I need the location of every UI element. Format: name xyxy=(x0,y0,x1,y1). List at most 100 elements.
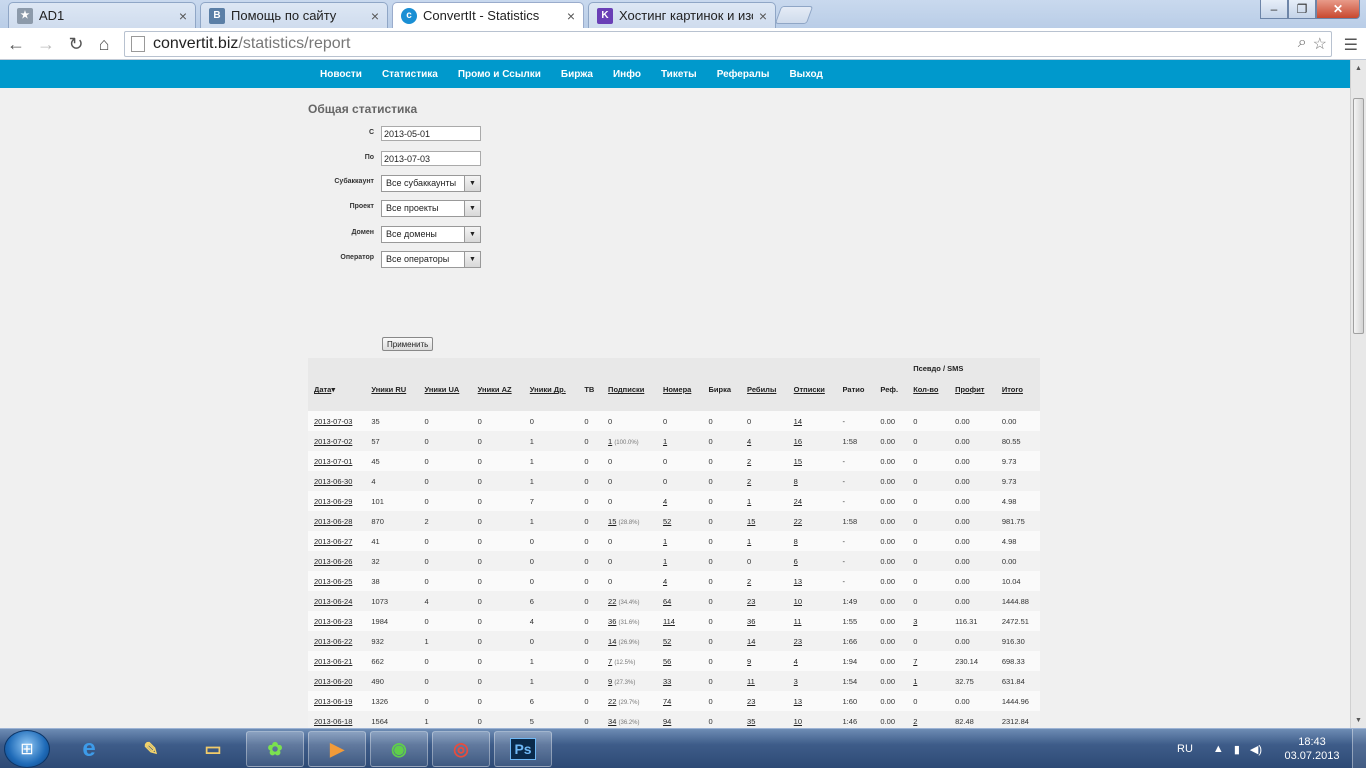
cell-subs[interactable]: 36 (31.6%) xyxy=(602,611,657,631)
column-header-date[interactable]: Дата▾ xyxy=(308,382,366,411)
nav-tickets[interactable]: Тикеты xyxy=(651,69,707,80)
clock[interactable]: 18:43 03.07.2013 xyxy=(1272,735,1352,763)
close-icon[interactable]: × xyxy=(371,8,379,24)
cell-rebills[interactable]: 36 xyxy=(741,611,788,631)
cell-numbers[interactable]: 94 xyxy=(656,711,703,728)
cell-numbers[interactable]: 64 xyxy=(656,591,703,611)
restore-button[interactable]: ❐ xyxy=(1288,0,1316,19)
cell-unsubs[interactable]: 3 xyxy=(787,671,837,691)
cell-unsubs[interactable]: 10 xyxy=(787,591,837,611)
vertical-scrollbar[interactable]: ▲ ▼ xyxy=(1350,60,1366,728)
bookmark-star-icon[interactable]: ☆ xyxy=(1313,34,1327,54)
cell-count[interactable]: 1 xyxy=(907,671,950,691)
close-icon[interactable]: × xyxy=(179,8,187,24)
cell-numbers[interactable]: 114 xyxy=(656,611,703,631)
cell-unsubs[interactable]: 13 xyxy=(787,571,837,591)
column-header-uniq-other[interactable]: Уники Др. xyxy=(523,382,579,411)
cell-count[interactable]: 3 xyxy=(907,611,950,631)
to-date-input[interactable] xyxy=(381,151,481,166)
cell-rebills[interactable]: 1 xyxy=(741,531,788,551)
network-icon[interactable]: ◉ xyxy=(370,731,428,767)
cell-date[interactable]: 2013-06-30 xyxy=(308,471,366,491)
nav-logout[interactable]: Выход xyxy=(779,69,832,80)
cell-unsubs[interactable]: 14 xyxy=(787,411,837,431)
icq-icon[interactable]: ✿ xyxy=(246,731,304,767)
cell-numbers[interactable]: 4 xyxy=(656,571,703,591)
cell-numbers[interactable]: 33 xyxy=(656,671,703,691)
volume-icon[interactable]: ◀) xyxy=(1250,743,1262,756)
wrench-menu-icon[interactable]: ☰ xyxy=(1344,35,1358,55)
cell-rebills[interactable]: 15 xyxy=(741,511,788,531)
column-header-uniq-ru[interactable]: Уники RU xyxy=(365,382,419,411)
scroll-up-icon[interactable]: ▲ xyxy=(1351,60,1366,76)
column-header-count[interactable]: Кол-во xyxy=(907,382,950,411)
cell-rebills[interactable]: 23 xyxy=(741,591,788,611)
cell-numbers[interactable]: 56 xyxy=(656,651,703,671)
cell-numbers[interactable]: 1 xyxy=(656,431,703,451)
home-button[interactable]: ⌂ xyxy=(92,32,116,56)
cell-rebills[interactable]: 2 xyxy=(741,471,788,491)
nav-news[interactable]: Новости xyxy=(310,69,372,80)
apply-button[interactable]: Применить xyxy=(382,337,434,351)
column-header-numbers[interactable]: Номера xyxy=(656,382,703,411)
cell-unsubs[interactable]: 4 xyxy=(787,651,837,671)
cell-rebills[interactable]: 4 xyxy=(741,431,788,451)
cell-rebills[interactable]: 2 xyxy=(741,451,788,471)
cell-subs[interactable]: 15 (28.8%) xyxy=(602,511,657,531)
project-select[interactable]: Все проекты ▼ xyxy=(381,200,481,217)
cell-date[interactable]: 2013-06-19 xyxy=(308,691,366,711)
cell-subs[interactable]: 14 (26.9%) xyxy=(602,631,657,651)
domain-select[interactable]: Все домены ▼ xyxy=(381,226,481,243)
zoom-icon[interactable]: ⌕ xyxy=(1298,34,1307,54)
cell-unsubs[interactable]: 22 xyxy=(787,511,837,531)
cell-subs[interactable]: 9 (27.3%) xyxy=(602,671,657,691)
cell-rebills[interactable]: 35 xyxy=(741,711,788,728)
tab-ad1[interactable]: ★ AD1 × xyxy=(8,2,196,28)
cell-date[interactable]: 2013-06-25 xyxy=(308,571,366,591)
cell-date[interactable]: 2013-06-23 xyxy=(308,611,366,631)
cell-date[interactable]: 2013-06-24 xyxy=(308,591,366,611)
cell-rebills[interactable]: 23 xyxy=(741,691,788,711)
cell-rebills[interactable]: 9 xyxy=(741,651,788,671)
cell-rebills[interactable]: 1 xyxy=(741,491,788,511)
nav-referrals[interactable]: Рефералы xyxy=(707,69,780,80)
paint-icon[interactable]: ✎ xyxy=(122,731,180,767)
scrollbar-thumb[interactable] xyxy=(1353,98,1364,334)
cell-date[interactable]: 2013-07-01 xyxy=(308,451,366,471)
ie-icon[interactable]: e xyxy=(60,731,118,767)
column-header-total[interactable]: Итого xyxy=(995,382,1040,411)
cell-rebills[interactable]: 14 xyxy=(741,631,788,651)
cell-numbers[interactable]: 74 xyxy=(656,691,703,711)
cell-date[interactable]: 2013-07-03 xyxy=(308,411,366,431)
column-header-rebills[interactable]: Ребилы xyxy=(741,382,788,411)
nav-info[interactable]: Инфо xyxy=(603,69,651,80)
address-bar[interactable]: convertit.biz/statistics/report ⌕ ☆ xyxy=(124,31,1332,57)
cell-date[interactable]: 2013-06-29 xyxy=(308,491,366,511)
cell-numbers[interactable]: 1 xyxy=(656,531,703,551)
tray-up-arrow-icon[interactable]: ▲ xyxy=(1213,743,1224,755)
minimize-button[interactable]: – xyxy=(1260,0,1288,19)
new-tab-button[interactable] xyxy=(774,6,814,24)
nav-exchange[interactable]: Биржа xyxy=(551,69,603,80)
cell-date[interactable]: 2013-06-21 xyxy=(308,651,366,671)
cell-unsubs[interactable]: 6 xyxy=(787,551,837,571)
cell-subs[interactable]: 22 (29.7%) xyxy=(602,691,657,711)
column-header-profit[interactable]: Профит xyxy=(949,382,996,411)
from-date-input[interactable] xyxy=(381,126,481,141)
nav-promo-links[interactable]: Промо и Ссылки xyxy=(448,69,551,80)
cell-numbers[interactable]: 4 xyxy=(656,491,703,511)
signal-icon[interactable]: ▮ xyxy=(1234,743,1240,756)
cell-rebills[interactable]: 11 xyxy=(741,671,788,691)
subaccount-select[interactable]: Все субаккаунты ▼ xyxy=(381,175,481,192)
cell-date[interactable]: 2013-06-26 xyxy=(308,551,366,571)
close-icon[interactable]: × xyxy=(567,8,575,24)
cell-unsubs[interactable]: 15 xyxy=(787,451,837,471)
explorer-folder-icon[interactable]: ▭ xyxy=(184,731,242,767)
column-header-unsubscribes[interactable]: Отписки xyxy=(787,382,837,411)
cell-count[interactable]: 7 xyxy=(907,651,950,671)
scroll-down-icon[interactable]: ▼ xyxy=(1351,712,1366,728)
cell-date[interactable]: 2013-06-27 xyxy=(308,531,366,551)
cell-numbers[interactable]: 52 xyxy=(656,631,703,651)
operator-select[interactable]: Все операторы ▼ xyxy=(381,251,481,268)
cell-unsubs[interactable]: 23 xyxy=(787,631,837,651)
